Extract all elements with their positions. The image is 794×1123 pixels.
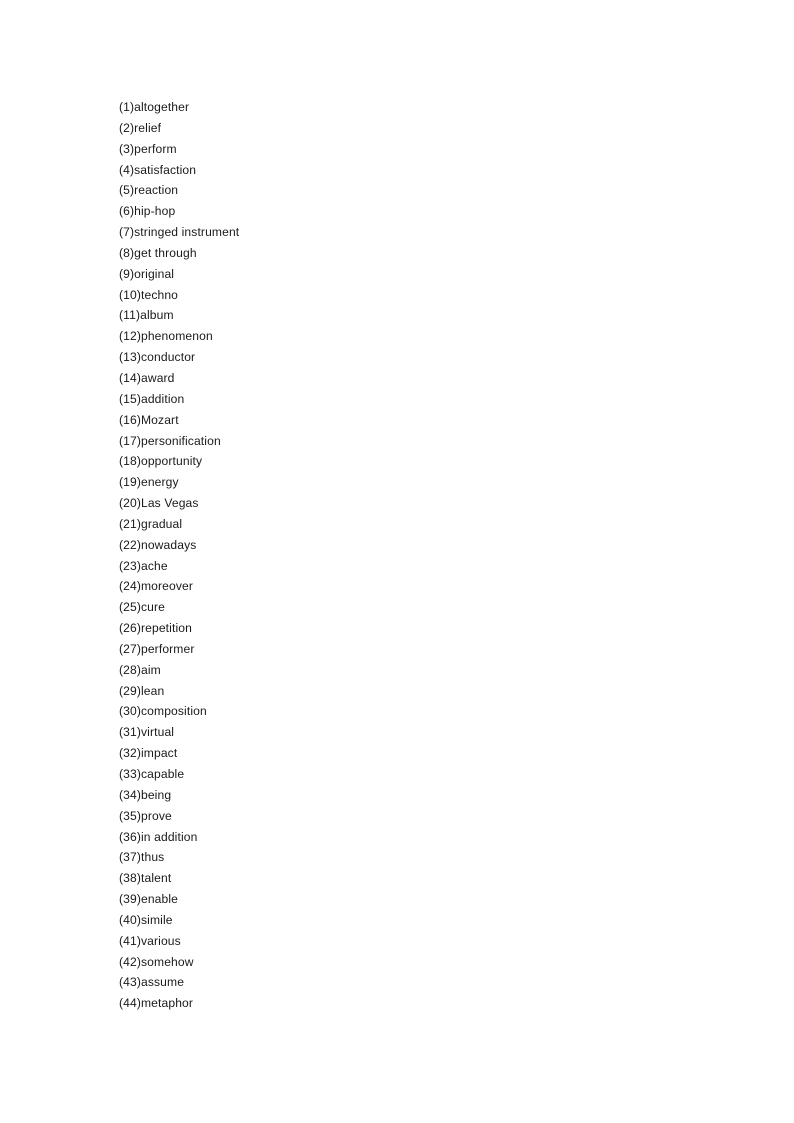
list-item: (14)award <box>119 370 175 385</box>
list-item: (25)cure <box>119 600 166 615</box>
list-item: (44)metaphor <box>119 996 194 1011</box>
list-item: (37)thus <box>119 850 165 865</box>
list-item: (31)virtual <box>119 725 175 740</box>
list-item: (38)talent <box>119 871 172 886</box>
list-item: (40)simile <box>119 912 173 927</box>
list-item: (20)Las Vegas <box>119 496 199 511</box>
document-page: (1)altogether (2)relief (3)perform (4)satis… <box>0 0 794 1123</box>
list-item: (23)ache <box>119 558 168 573</box>
list-item: (18)opportunity <box>119 454 203 469</box>
list-item: (2)relief <box>119 120 162 135</box>
list-item: (32)impact <box>119 746 178 761</box>
list-item: (29)lean <box>119 683 165 698</box>
list-item: (9)original <box>119 266 175 281</box>
list-item: (30)composition <box>119 704 207 719</box>
list-item: (36)in addition <box>119 829 198 844</box>
list-item: (4)satisfaction <box>119 162 197 177</box>
list-item: (21)gradual <box>119 516 183 531</box>
list-item: (28)aim <box>119 662 161 677</box>
list-item: (41)various <box>119 933 181 948</box>
list-item: (10)techno <box>119 287 179 302</box>
list-item: (27)performer <box>119 641 195 656</box>
list-item: (1)altogether <box>119 100 190 114</box>
list-item: (15)addition <box>119 391 185 406</box>
list-item: (5)reaction <box>119 183 179 198</box>
list-item: (17)personification <box>119 433 221 448</box>
list-item: (19)energy <box>119 475 179 490</box>
list-item: (16)Mozart <box>119 412 179 427</box>
list-item: (3)perform <box>119 141 177 156</box>
list-item: (34)being <box>119 787 172 802</box>
list-item: (11)album <box>119 308 174 323</box>
list-item: (35)prove <box>119 808 172 823</box>
list-item: (43)assume <box>119 975 185 990</box>
vocabulary-word-list: (1)altogether (2)relief (3)perform (4)satis… <box>119 97 679 1014</box>
list-item: (12)phenomenon <box>119 329 213 344</box>
list-item: (8)get through <box>119 245 197 260</box>
list-item: (6)hip-hop <box>119 204 176 219</box>
list-item: (7)stringed instrument <box>119 225 240 240</box>
list-item: (33)capable <box>119 767 185 781</box>
list-item: (26)repetition <box>119 621 192 636</box>
list-item: (42)somehow <box>119 954 194 969</box>
list-item: (24)moreover <box>119 579 194 594</box>
list-item: (13)conductor <box>119 350 196 365</box>
list-item: (22)nowadays <box>119 537 197 552</box>
list-item: (39)enable <box>119 892 179 907</box>
